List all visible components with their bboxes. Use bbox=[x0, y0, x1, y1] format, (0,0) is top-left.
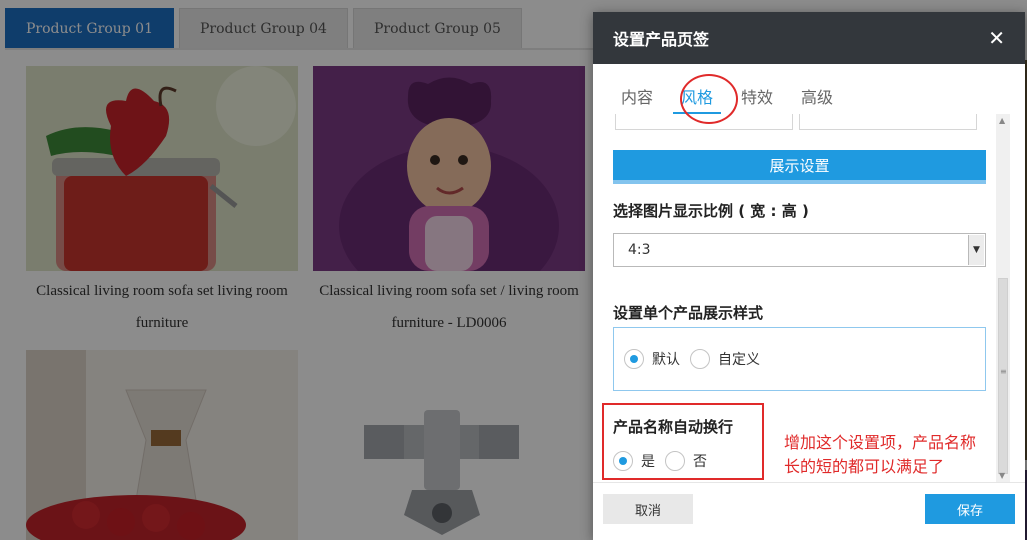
radio-label: 自定义 bbox=[718, 352, 760, 368]
display-settings-header: 展示设置 bbox=[613, 150, 986, 184]
dialog-title: 设置产品页签 bbox=[613, 30, 710, 49]
grip-icon: ≡ bbox=[1000, 367, 1007, 376]
tab-content[interactable]: 内容 bbox=[613, 82, 661, 114]
radio-unselected-icon[interactable] bbox=[690, 349, 710, 369]
close-icon[interactable]: ✕ bbox=[988, 26, 1005, 50]
radio-label: 默认 bbox=[652, 352, 680, 368]
annotation-line: 长的短的都可以满足了 bbox=[784, 457, 945, 476]
text-input[interactable] bbox=[799, 114, 977, 130]
radio-default[interactable]: 默认 bbox=[624, 349, 680, 369]
tab-advanced[interactable]: 高级 bbox=[793, 82, 841, 114]
ratio-select[interactable]: 4:3 ▼ bbox=[613, 233, 986, 267]
scroll-up-icon[interactable]: ▲ bbox=[999, 116, 1005, 125]
dialog-scrollbar[interactable]: ▲ ≡ ▼ bbox=[996, 114, 1010, 482]
ratio-select-value: 4:3 bbox=[628, 242, 651, 258]
highlight-circle bbox=[680, 74, 738, 124]
save-button[interactable]: 保存 bbox=[925, 494, 1015, 524]
dialog-header: 设置产品页签 ✕ bbox=[593, 12, 1025, 64]
tab-effects[interactable]: 特效 bbox=[733, 82, 781, 114]
dialog-footer: 取消 保存 bbox=[593, 482, 1025, 540]
product-style-options: 默认 自定义 bbox=[613, 327, 986, 391]
radio-custom[interactable]: 自定义 bbox=[690, 349, 760, 369]
ratio-label: 选择图片显示比例 ( 宽 : 高 ) bbox=[613, 202, 809, 220]
radio-selected-icon[interactable] bbox=[624, 349, 644, 369]
annotation-note: 增加这个设置项，产品名称 长的短的都可以满足了 bbox=[784, 431, 1020, 479]
annotation-line: 增加这个设置项，产品名称 bbox=[784, 433, 977, 452]
cancel-button[interactable]: 取消 bbox=[603, 494, 693, 524]
highlight-box bbox=[602, 403, 764, 480]
chevron-down-icon[interactable]: ▼ bbox=[968, 235, 984, 265]
product-style-label: 设置单个产品展示样式 bbox=[613, 304, 764, 322]
